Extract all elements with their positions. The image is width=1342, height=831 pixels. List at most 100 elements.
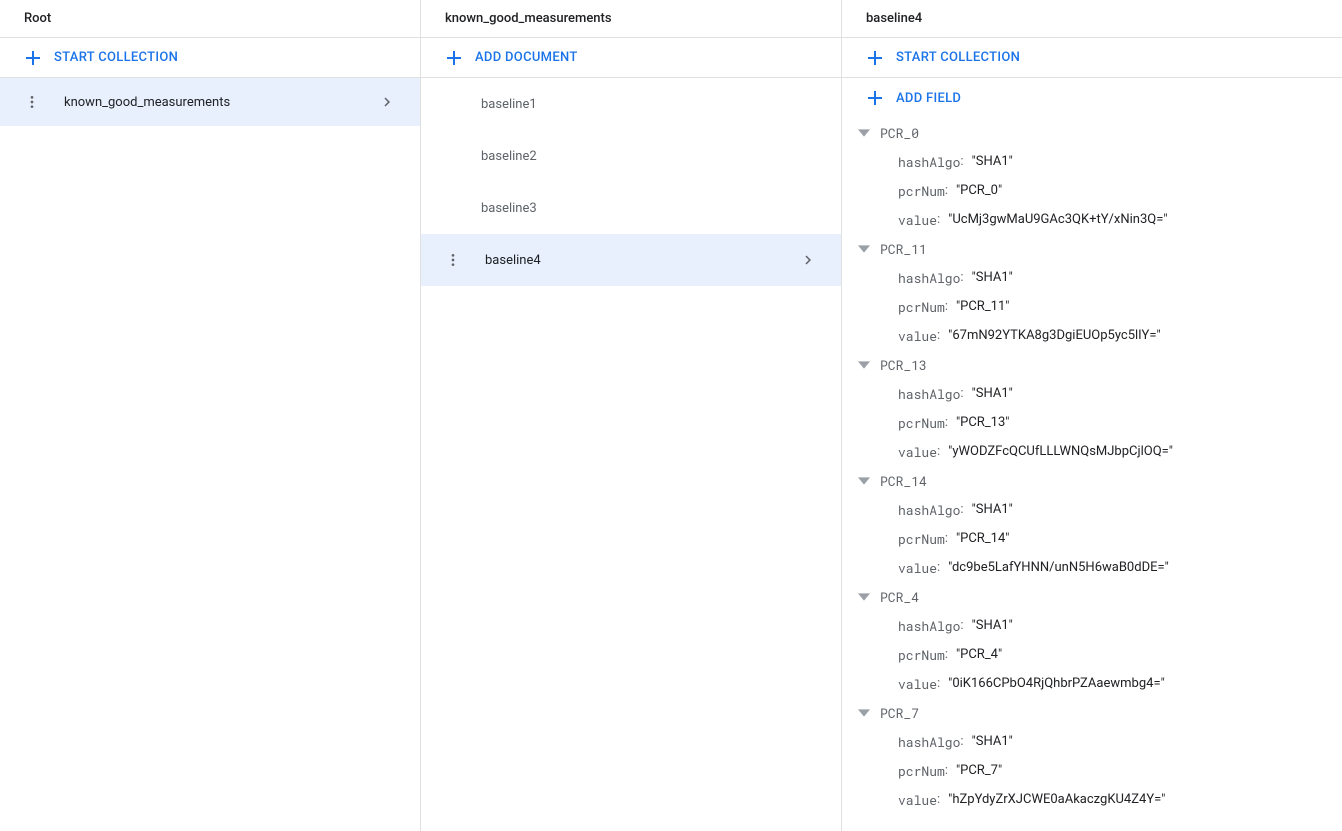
field-row[interactable]: hashAlgo:"SHA1" — [842, 611, 1342, 640]
field-row[interactable]: value:"0iK166CPbO4RjQhbrPZAaewmbg4=" — [842, 669, 1342, 698]
field-row[interactable]: pcrNum:"PCR_0" — [842, 176, 1342, 205]
field-row[interactable]: pcrNum:"PCR_7" — [842, 756, 1342, 785]
document-action-row-2: ADD FIELD — [842, 78, 1342, 118]
document-panel-title: baseline4 — [866, 11, 922, 26]
field-group-name: PCR_4 — [880, 588, 919, 606]
field-group-header[interactable]: PCR_13 — [842, 350, 1342, 379]
field-value: "PCR_7" — [956, 763, 1002, 778]
field-key: hashAlgo — [898, 269, 960, 287]
field-value: "SHA1" — [972, 502, 1013, 517]
field-key: value — [898, 443, 937, 461]
add-field-label: ADD FIELD — [896, 91, 961, 106]
field-key: pcrNum — [898, 182, 945, 200]
field-value: "UcMj3gwMaU9GAc3QK+tY/xNin3Q=" — [948, 212, 1167, 227]
field-group-name: PCR_7 — [880, 704, 919, 722]
plus-icon — [866, 89, 884, 107]
field-value: "SHA1" — [972, 154, 1013, 169]
add-document-button[interactable]: ADD DOCUMENT — [445, 49, 578, 67]
field-key: value — [898, 675, 937, 693]
field-row[interactable]: pcrNum:"PCR_4" — [842, 640, 1342, 669]
collapse-icon[interactable] — [858, 591, 870, 603]
field-row[interactable]: value:"dc9be5LafYHNN/unN5H6waB0dDE=" — [842, 553, 1342, 582]
document-action-row-1: START COLLECTION — [842, 38, 1342, 78]
collection-item-label: known_good_measurements — [64, 95, 378, 110]
field-value: "dc9be5LafYHNN/unN5H6waB0dDE=" — [948, 560, 1169, 575]
field-key: hashAlgo — [898, 733, 960, 751]
collapse-icon[interactable] — [858, 707, 870, 719]
field-row[interactable]: pcrNum:"PCR_11" — [842, 292, 1342, 321]
field-value: "SHA1" — [972, 386, 1013, 401]
field-group-header[interactable]: PCR_7 — [842, 698, 1342, 727]
document-item-label: baseline1 — [481, 97, 817, 112]
add-document-label: ADD DOCUMENT — [475, 50, 578, 65]
root-action-row: START COLLECTION — [0, 38, 420, 78]
field-group-header[interactable]: PCR_4 — [842, 582, 1342, 611]
field-group-header[interactable]: PCR_11 — [842, 234, 1342, 263]
collapse-icon[interactable] — [858, 475, 870, 487]
field-key: hashAlgo — [898, 617, 960, 635]
field-value: "SHA1" — [972, 734, 1013, 749]
field-value: "PCR_14" — [956, 531, 1009, 546]
more-vert-icon[interactable] — [445, 252, 461, 268]
field-key: value — [898, 791, 937, 809]
field-value: "yWODZFcQCUfLLLWNQsMJbpCjlOQ=" — [948, 444, 1173, 459]
collection-item[interactable]: known_good_measurements — [0, 78, 420, 126]
start-collection-button-doc[interactable]: START COLLECTION — [866, 49, 1020, 67]
field-row[interactable]: hashAlgo:"SHA1" — [842, 495, 1342, 524]
field-group-header[interactable]: PCR_14 — [842, 466, 1342, 495]
field-value: "PCR_13" — [956, 415, 1009, 430]
field-key: pcrNum — [898, 762, 945, 780]
root-panel-header: Root — [0, 0, 420, 38]
plus-icon — [866, 49, 884, 67]
field-value: "hZpYdyZrXJCWE0aAkaczgKU4Z4Y=" — [948, 792, 1165, 807]
collapse-icon[interactable] — [858, 243, 870, 255]
chevron-right-icon — [799, 251, 817, 269]
field-group-name: PCR_11 — [880, 240, 927, 258]
document-item-label: baseline3 — [481, 201, 817, 216]
field-key: pcrNum — [898, 646, 945, 664]
field-value: "PCR_11" — [956, 299, 1009, 314]
field-row[interactable]: pcrNum:"PCR_13" — [842, 408, 1342, 437]
root-panel: Root START COLLECTION known_good_measure… — [0, 0, 421, 831]
field-key: pcrNum — [898, 414, 945, 432]
document-panel-header: baseline4 — [842, 0, 1342, 38]
collapse-icon[interactable] — [858, 359, 870, 371]
document-item[interactable]: baseline1 — [421, 78, 841, 130]
start-collection-label-doc: START COLLECTION — [896, 50, 1020, 65]
field-group: PCR_4 hashAlgo:"SHA1"pcrNum:"PCR_4"value:… — [842, 582, 1342, 698]
field-row[interactable]: value:"yWODZFcQCUfLLLWNQsMJbpCjlOQ=" — [842, 437, 1342, 466]
field-row[interactable]: value:"UcMj3gwMaU9GAc3QK+tY/xNin3Q=" — [842, 205, 1342, 234]
field-row[interactable]: hashAlgo:"SHA1" — [842, 263, 1342, 292]
field-group: PCR_7 hashAlgo:"SHA1"pcrNum:"PCR_7"value:… — [842, 698, 1342, 814]
add-field-button[interactable]: ADD FIELD — [866, 89, 961, 107]
collection-panel-title: known_good_measurements — [445, 11, 612, 26]
field-row[interactable]: pcrNum:"PCR_14" — [842, 524, 1342, 553]
root-panel-title: Root — [24, 11, 51, 26]
collapse-icon[interactable] — [858, 127, 870, 139]
field-group-name: PCR_13 — [880, 356, 927, 374]
field-key: value — [898, 327, 937, 345]
more-vert-icon[interactable] — [24, 94, 40, 110]
field-value: "SHA1" — [972, 618, 1013, 633]
field-row[interactable]: value:"67mN92YTKA8g3DgiEUOp5yc5lIY=" — [842, 321, 1342, 350]
field-row[interactable]: hashAlgo:"SHA1" — [842, 727, 1342, 756]
field-row[interactable]: value:"hZpYdyZrXJCWE0aAkaczgKU4Z4Y=" — [842, 785, 1342, 814]
start-collection-button[interactable]: START COLLECTION — [24, 49, 178, 67]
field-group: PCR_11hashAlgo:"SHA1"pcrNum:"PCR_11"valu… — [842, 234, 1342, 350]
field-group-name: PCR_14 — [880, 472, 927, 490]
field-key: pcrNum — [898, 530, 945, 548]
field-row[interactable]: hashAlgo:"SHA1" — [842, 147, 1342, 176]
document-item[interactable]: baseline2 — [421, 130, 841, 182]
field-row[interactable]: hashAlgo:"SHA1" — [842, 379, 1342, 408]
field-key: hashAlgo — [898, 153, 960, 171]
field-value: "0iK166CPbO4RjQhbrPZAaewmbg4=" — [948, 676, 1165, 691]
field-key: pcrNum — [898, 298, 945, 316]
document-item[interactable]: baseline3 — [421, 182, 841, 234]
field-key: hashAlgo — [898, 501, 960, 519]
field-group-header[interactable]: PCR_0 — [842, 118, 1342, 147]
field-group: PCR_14 hashAlgo:"SHA1"pcrNum:"PCR_14"valu… — [842, 466, 1342, 582]
field-value: "PCR_0" — [956, 183, 1002, 198]
field-key: hashAlgo — [898, 385, 960, 403]
document-item[interactable]: baseline4 — [421, 234, 841, 286]
plus-icon — [24, 49, 42, 67]
